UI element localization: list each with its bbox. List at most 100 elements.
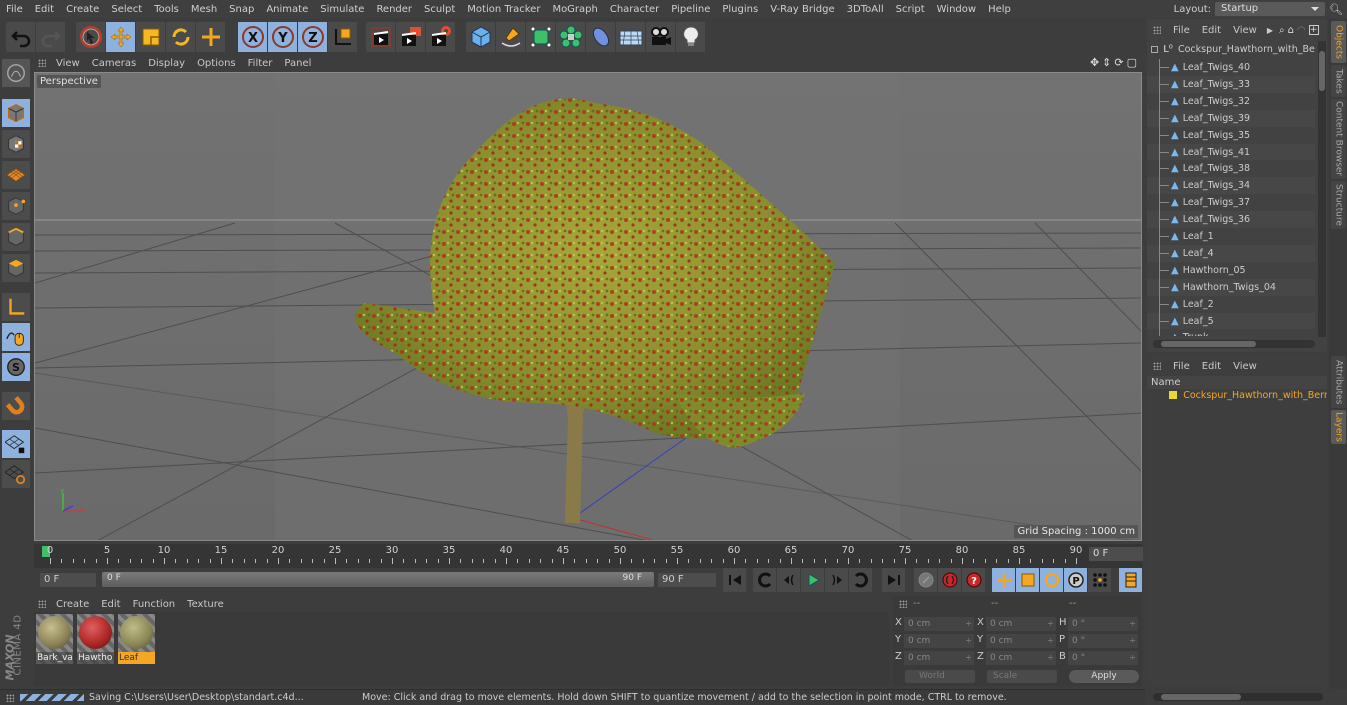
viewport-menu-panel[interactable]: Panel bbox=[278, 58, 317, 69]
object-tree-item[interactable]: ▲ Leaf_Twigs_34 bbox=[1147, 177, 1315, 195]
previous-key-button[interactable] bbox=[753, 568, 777, 592]
viewport-camera-label[interactable]: Perspective bbox=[37, 75, 101, 88]
more-menu-arrow-icon[interactable]: ▶ bbox=[1267, 26, 1273, 35]
panel-grip-icon[interactable] bbox=[1153, 362, 1161, 370]
viewport-menu-filter[interactable]: Filter bbox=[242, 58, 279, 69]
workplane-mode-button[interactable] bbox=[2, 161, 30, 189]
viewport-menu-display[interactable]: Display bbox=[142, 58, 191, 69]
next-key-button[interactable] bbox=[849, 568, 873, 592]
tab-attributes[interactable]: Attributes bbox=[1331, 356, 1346, 408]
panel-grip-icon[interactable] bbox=[38, 59, 46, 67]
menu-character[interactable]: Character bbox=[604, 4, 665, 15]
cube-button[interactable] bbox=[466, 22, 496, 52]
menu-v-ray-bridge[interactable]: V-Ray Bridge bbox=[764, 4, 840, 15]
scroll-thumb[interactable] bbox=[1319, 51, 1325, 91]
points-mode-button[interactable] bbox=[2, 192, 30, 220]
tab-layers[interactable]: Layers bbox=[1331, 410, 1346, 444]
object-tree-vscrollbar[interactable] bbox=[1318, 41, 1326, 337]
z-axis-button[interactable]: Z bbox=[298, 22, 328, 52]
search-icon[interactable]: 🔍︎ bbox=[1329, 3, 1343, 16]
autokeying-button[interactable]: ? bbox=[962, 568, 986, 592]
current-frame-field[interactable]: 0 F bbox=[1089, 547, 1143, 561]
object-tree-item[interactable]: ▲ Leaf_Twigs_36 bbox=[1147, 211, 1315, 229]
rotate-tool-button[interactable] bbox=[166, 22, 196, 52]
coord-value-field[interactable]: 0 cm bbox=[986, 634, 1056, 648]
scroll-thumb[interactable] bbox=[1161, 694, 1241, 700]
coord-value-field[interactable]: 0 ° bbox=[1068, 634, 1138, 648]
next-frame-button[interactable] bbox=[825, 568, 849, 592]
object-tree-item[interactable]: ▲ Leaf_Twigs_32 bbox=[1147, 92, 1315, 110]
texture-mode-button[interactable] bbox=[2, 130, 30, 158]
object-tree-item[interactable]: ▲ Leaf_Twigs_40 bbox=[1147, 59, 1315, 76]
maximize-view-icon[interactable]: ▢ bbox=[1127, 56, 1137, 69]
viewport-menu-cameras[interactable]: Cameras bbox=[86, 58, 142, 69]
scroll-thumb[interactable] bbox=[1161, 341, 1256, 347]
menu-create[interactable]: Create bbox=[60, 4, 105, 15]
material-menu-edit[interactable]: Edit bbox=[95, 599, 126, 610]
layer-menu-view[interactable]: View bbox=[1227, 361, 1263, 372]
layer-hscrollbar[interactable] bbox=[1153, 693, 1323, 701]
menu-motion-tracker[interactable]: Motion Tracker bbox=[461, 4, 546, 15]
menu-3dtoall[interactable]: 3DToAll bbox=[841, 4, 890, 15]
snap-button[interactable] bbox=[2, 392, 30, 420]
y-axis-button[interactable]: Y bbox=[268, 22, 298, 52]
object-tree-item[interactable]: ▲ Trunk bbox=[1147, 329, 1315, 336]
record-rotation-button[interactable] bbox=[1040, 568, 1064, 592]
x-axis-button[interactable]: X bbox=[238, 22, 268, 52]
object-menu-edit[interactable]: Edit bbox=[1196, 25, 1227, 36]
menu-script[interactable]: Script bbox=[890, 4, 931, 15]
menu-mesh[interactable]: Mesh bbox=[185, 4, 223, 15]
menu-sculpt[interactable]: Sculpt bbox=[418, 4, 461, 15]
coordinate-mode-dropdown[interactable]: World bbox=[905, 670, 975, 683]
coord-value-field[interactable]: 0 cm bbox=[986, 651, 1056, 665]
new-view-icon[interactable]: + bbox=[1308, 25, 1319, 35]
deformer-button[interactable] bbox=[586, 22, 616, 52]
undo-button[interactable] bbox=[6, 22, 36, 52]
make-editable-button[interactable] bbox=[2, 59, 30, 87]
edges-mode-button[interactable] bbox=[2, 223, 30, 251]
menu-animate[interactable]: Animate bbox=[260, 4, 314, 15]
recent-tool-button[interactable] bbox=[196, 22, 226, 52]
bookmark-icon[interactable]: ◠ bbox=[1297, 25, 1306, 36]
3d-viewport[interactable]: Perspective Y Z X Grid Spacing : 1000 cm bbox=[34, 72, 1142, 541]
menu-simulate[interactable]: Simulate bbox=[314, 4, 370, 15]
polygons-mode-button[interactable] bbox=[2, 254, 30, 282]
move-tool-button[interactable] bbox=[106, 22, 136, 52]
redo-button[interactable] bbox=[36, 22, 66, 52]
coord-value-field[interactable]: 0 cm bbox=[904, 634, 974, 648]
tab-takes[interactable]: Takes bbox=[1331, 65, 1346, 97]
solo-button[interactable]: S bbox=[2, 353, 30, 381]
object-tree-root[interactable]: L⁰ Cockspur_Hawthorn_with_Berries bbox=[1147, 41, 1315, 58]
menu-select[interactable]: Select bbox=[105, 4, 148, 15]
rotate-view-icon[interactable]: ⟳ bbox=[1114, 56, 1123, 69]
menu-tools[interactable]: Tools bbox=[148, 4, 185, 15]
object-tree-item[interactable]: ▲ Leaf_Twigs_33 bbox=[1147, 75, 1315, 93]
menu-mograph[interactable]: MoGraph bbox=[546, 4, 603, 15]
object-tree-item[interactable]: ▲ Leaf_Twigs_35 bbox=[1147, 126, 1315, 144]
menu-render[interactable]: Render bbox=[370, 4, 418, 15]
apply-button[interactable]: Apply bbox=[1069, 670, 1139, 683]
material-swatch[interactable]: Leaf bbox=[118, 614, 155, 664]
panel-grip-icon[interactable] bbox=[899, 600, 907, 608]
axis-mode-button[interactable] bbox=[2, 293, 30, 321]
tweak-mode-button[interactable] bbox=[2, 323, 30, 351]
material-menu-function[interactable]: Function bbox=[127, 599, 182, 610]
record-parameter-button[interactable]: P bbox=[1064, 568, 1088, 592]
coord-value-field[interactable]: 0 cm bbox=[904, 617, 974, 631]
object-tree-item[interactable]: ▲ Leaf_Twigs_41 bbox=[1147, 143, 1315, 161]
object-tree-item[interactable]: ▲ Leaf_5 bbox=[1147, 312, 1315, 330]
tab-structure[interactable]: Structure bbox=[1331, 181, 1346, 229]
object-menu-file[interactable]: File bbox=[1167, 25, 1196, 36]
light-button[interactable] bbox=[676, 22, 706, 52]
object-tree-item[interactable]: ▲ Leaf_Twigs_37 bbox=[1147, 194, 1315, 212]
layer-menu-edit[interactable]: Edit bbox=[1196, 361, 1227, 372]
zoom-view-icon[interactable]: ⇕ bbox=[1102, 56, 1111, 69]
collapse-toggle-icon[interactable] bbox=[1151, 45, 1158, 53]
material-swatch[interactable]: Bark_var bbox=[36, 614, 73, 664]
menu-pipeline[interactable]: Pipeline bbox=[665, 4, 716, 15]
menu-edit[interactable]: Edit bbox=[29, 4, 60, 15]
camera-button[interactable] bbox=[646, 22, 676, 52]
layout-dropdown[interactable]: Startup bbox=[1215, 2, 1326, 16]
cloner-button[interactable] bbox=[556, 22, 586, 52]
layer-menu-file[interactable]: File bbox=[1167, 361, 1196, 372]
